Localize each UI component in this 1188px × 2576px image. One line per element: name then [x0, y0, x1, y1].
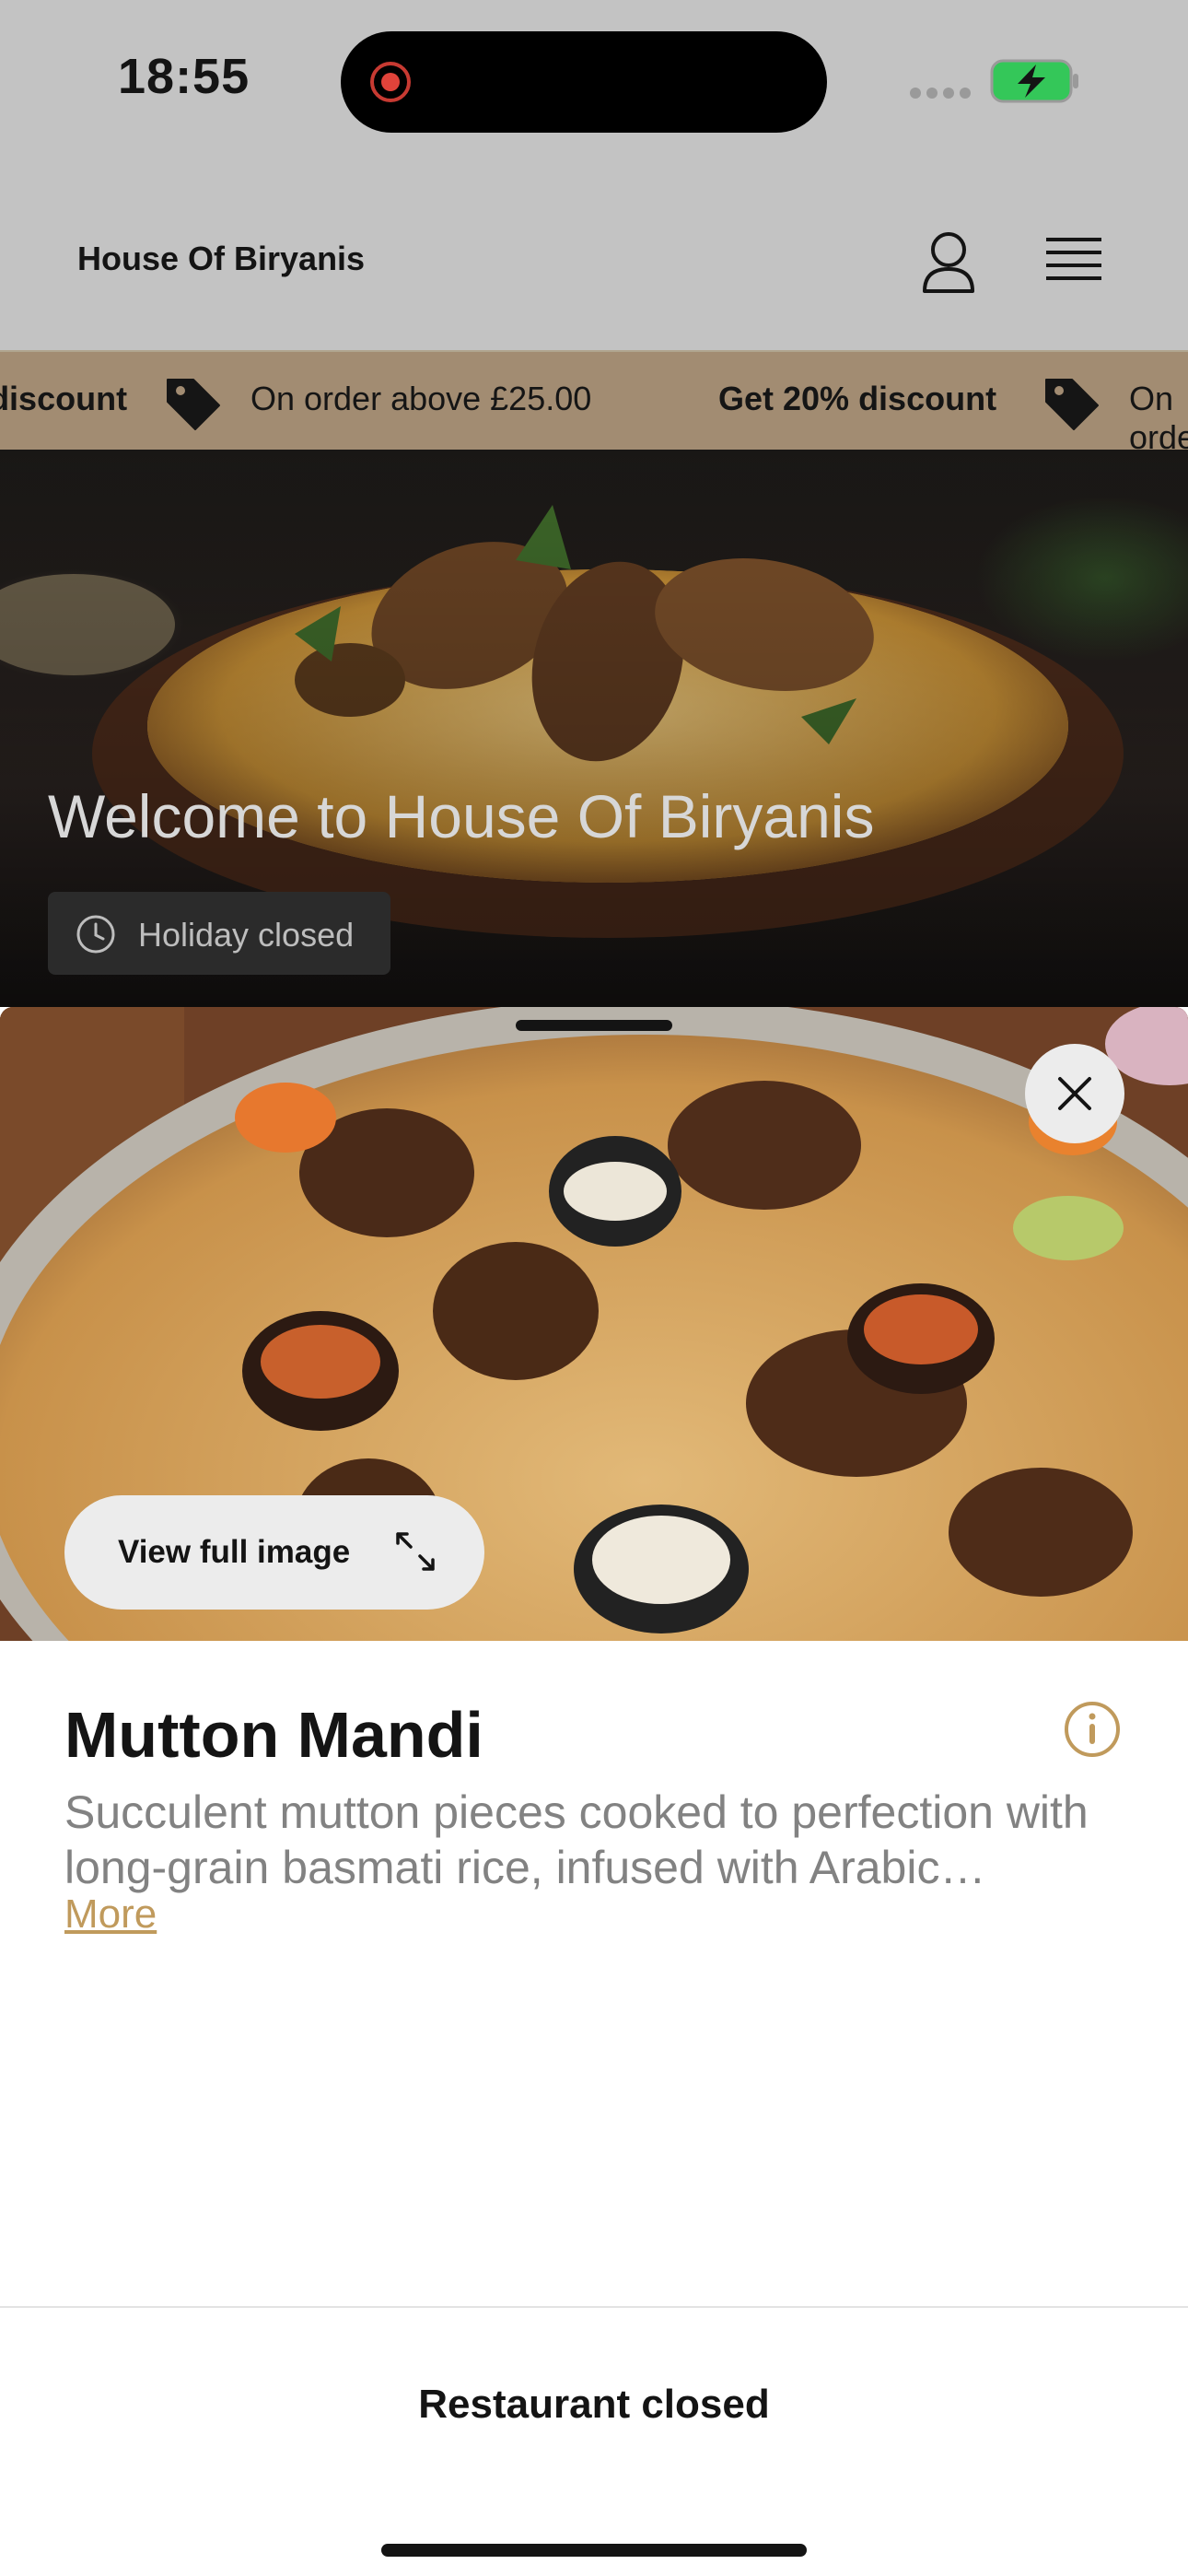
app-header: House Of Biryanis [0, 175, 1188, 352]
brand-name[interactable]: House Of Biryanis [77, 240, 365, 278]
promo-text: On order above £25.00 [250, 380, 592, 417]
item-detail-sheet: View full image Mutton Mandi Succulent m… [0, 1007, 1188, 2576]
view-full-image-button[interactable]: View full image [64, 1495, 484, 1610]
status-bar: 18:55 [0, 0, 1188, 175]
footer-divider [0, 2306, 1188, 2308]
signal-icon [910, 87, 976, 103]
promo-text: Get 20% discount [0, 380, 128, 417]
menu-icon[interactable] [1041, 228, 1107, 295]
item-title: Mutton Mandi [64, 1699, 483, 1771]
promo-text: Get 20% discount [718, 380, 997, 417]
expand-icon [396, 1532, 435, 1571]
clock-icon [76, 915, 115, 954]
sheet-grabber[interactable] [516, 1020, 672, 1031]
view-full-image-label: View full image [118, 1534, 351, 1570]
info-icon[interactable] [1063, 1700, 1122, 1759]
more-link[interactable]: More [64, 1891, 157, 1938]
status-time: 18:55 [118, 49, 250, 104]
restaurant-closed-label: Restaurant closed [418, 2382, 770, 2427]
home-indicator[interactable] [381, 2544, 807, 2557]
tag-icon [167, 379, 220, 430]
recording-dot-icon [370, 62, 411, 102]
dynamic-island [341, 31, 827, 133]
welcome-heading: Welcome to House Of Biryanis [48, 782, 875, 850]
promo-text: On order above £25.00 [1129, 380, 1188, 450]
item-description: Succulent mutton pieces cooked to perfec… [64, 1786, 1089, 1893]
restaurant-status-chip: Holiday closed [48, 892, 390, 975]
hero-banner: Welcome to House Of Biryanis Holiday clo… [0, 450, 1188, 1007]
battery-charging-icon [990, 59, 1078, 103]
close-icon [1058, 1077, 1091, 1110]
promo-banner: Get 20% discount On order above £25.00 G… [0, 352, 1188, 450]
user-icon[interactable] [912, 225, 985, 299]
restaurant-status-text: Holiday closed [138, 916, 355, 954]
close-button[interactable] [1025, 1044, 1124, 1143]
tag-icon [1045, 379, 1099, 430]
